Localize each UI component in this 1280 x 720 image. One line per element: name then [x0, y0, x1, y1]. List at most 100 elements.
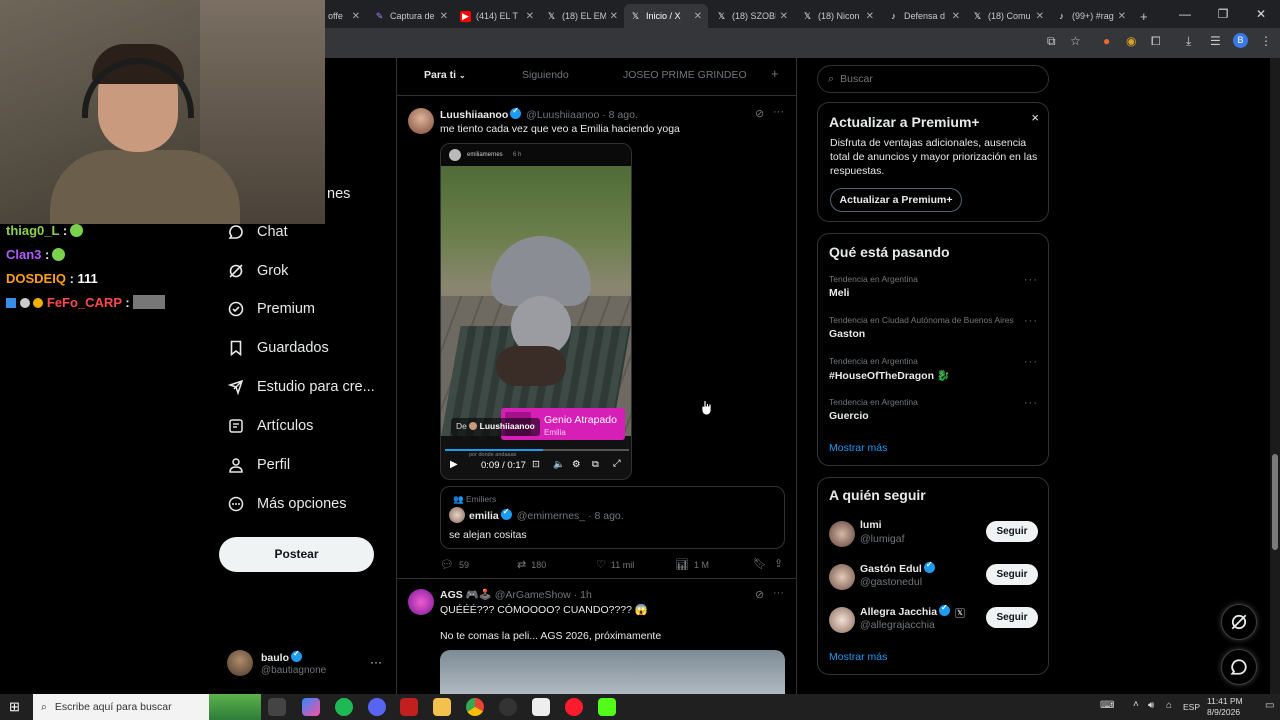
search-box[interactable]: ⌕ [817, 65, 1049, 93]
close-tab-icon[interactable]: ✕ [1118, 11, 1126, 22]
sidebar-item-chat[interactable]: Chat [227, 223, 288, 241]
fullscreen-icon[interactable]: ⤢ [613, 458, 621, 469]
quoted-post[interactable]: 👥 Emiliers emilia @emimernes_ · 8 ago. s… [440, 486, 785, 549]
source-label[interactable]: De Luushiiaanoo [451, 418, 540, 436]
browser-tab[interactable]: 𝕏 (18) Comu ✕ [966, 4, 1050, 28]
browser-tab[interactable]: offe ✕ [322, 4, 366, 28]
post[interactable]: AGS 🎮🕹️ @ArGameShow · 1h ⊘ ··· QUÉÉÉ??? … [397, 580, 796, 694]
post-time[interactable]: · 8 ago. [602, 109, 638, 121]
more-dots-icon[interactable]: ··· [370, 655, 382, 669]
clock-date[interactable]: 8/9/2026 [1207, 707, 1240, 717]
post-author[interactable]: Luushiiaanoo [440, 109, 508, 121]
repost-button[interactable]: ⇄ 180 [517, 558, 546, 571]
extensions-puzzle-icon[interactable]: ⧠ [1151, 34, 1161, 49]
close-tab-icon[interactable]: ✕ [780, 11, 788, 22]
more-dots-icon[interactable]: ··· [773, 587, 784, 599]
browser-tab[interactable]: ▶ (414) EL T ✕ [454, 4, 540, 28]
app-icon[interactable] [532, 698, 550, 716]
like-button[interactable]: ♡ 11 mil [596, 558, 634, 571]
post-button[interactable]: Postear [219, 537, 374, 572]
download-icon[interactable]: ⤓ [1186, 34, 1191, 49]
post[interactable]: Luushiiaanoo @Luushiiaanoo · 8 ago. ⊘ ··… [397, 97, 796, 579]
avatar[interactable] [408, 108, 434, 134]
messages-floating-button[interactable] [1221, 649, 1257, 685]
volume-icon[interactable]: 🔊︎ [1148, 700, 1154, 711]
file-explorer-icon[interactable] [433, 698, 451, 716]
profile-avatar[interactable]: B [1233, 33, 1248, 48]
clock-time[interactable]: 11:41 PM [1207, 696, 1243, 706]
close-tab-icon[interactable]: ✕ [526, 11, 534, 22]
grok-icon[interactable]: ⊘ [755, 107, 764, 120]
captions-icon[interactable]: ⊡ [532, 459, 540, 470]
close-tab-icon[interactable]: ✕ [440, 11, 448, 22]
premium-upgrade-button[interactable]: Actualizar a Premium+ [830, 188, 962, 212]
new-tab-button[interactable]: + [1134, 4, 1154, 28]
show-more-link[interactable]: Mostrar más [829, 442, 887, 454]
more-dots-icon[interactable]: ··· [1024, 274, 1038, 286]
follow-button[interactable]: Seguir [986, 607, 1038, 628]
reading-list-icon[interactable]: ☰ [1210, 34, 1221, 48]
follow-suggestion[interactable]: Gastón Edul @gastonedul Seguir [818, 559, 1048, 597]
opera-icon[interactable] [565, 698, 583, 716]
sidebar-item-articulos[interactable]: Artículos [227, 417, 313, 435]
bookmark-button[interactable]: 🔖︎ [753, 557, 772, 570]
spotify-icon[interactable] [335, 698, 353, 716]
follow-button[interactable]: Seguir [986, 564, 1038, 585]
install-app-icon[interactable]: ⧉ [1047, 34, 1056, 49]
trend-item[interactable]: Tendencia en Argentina Meli ··· [818, 270, 1048, 308]
picture-in-picture-icon[interactable]: ⧉ [592, 459, 599, 470]
browser-tab[interactable]: ♪ Defensa d ✕ [882, 4, 966, 28]
reply-button[interactable]: 💬︎ 59 [440, 558, 469, 571]
follow-button[interactable]: Seguir [986, 521, 1038, 542]
trend-item[interactable]: Tendencia en Ciudad Autónoma de Buenos A… [818, 311, 1048, 349]
keyboard-icon[interactable]: ⌨ [1100, 700, 1114, 711]
close-window-icon[interactable]: ✕ [1242, 0, 1280, 28]
video-progress[interactable] [445, 449, 629, 451]
app-icon[interactable] [400, 698, 418, 716]
grok-icon[interactable]: ⊘ [755, 588, 764, 601]
post-video[interactable]: emiliamernes 6 h Genio Atrapado Emilia D… [440, 143, 632, 480]
search-input[interactable] [840, 73, 1021, 85]
sidebar-item-perfil[interactable]: Perfil [227, 456, 290, 474]
copilot-icon[interactable] [302, 698, 320, 716]
avatar[interactable] [408, 589, 434, 615]
more-dots-icon[interactable]: ··· [773, 106, 784, 118]
sidebar-item-mas-opciones[interactable]: Más opciones [227, 495, 346, 513]
close-tab-icon[interactable]: ✕ [866, 11, 874, 22]
close-tab-icon[interactable]: ✕ [352, 11, 360, 22]
browser-tab[interactable]: 𝕏 (18) Nicon ✕ [796, 4, 880, 28]
browser-tab[interactable]: 𝕏 (18) SZOBI ✕ [710, 4, 794, 28]
extension-icon[interactable]: ◉ [1126, 34, 1136, 48]
chrome-icon[interactable] [466, 698, 484, 716]
grok-floating-button[interactable] [1221, 604, 1257, 640]
close-tab-icon[interactable]: ✕ [1036, 11, 1044, 22]
post-handle[interactable]: @Luushiiaanoo [526, 109, 599, 121]
more-dots-icon[interactable]: ··· [1024, 315, 1038, 327]
tab-para-ti[interactable]: Para ti ⌄ [424, 69, 466, 81]
chevron-up-icon[interactable]: ˄ [1133, 699, 1139, 710]
language-indicator[interactable]: ESP [1183, 702, 1200, 712]
post-time[interactable]: · 1h [574, 589, 592, 601]
more-dots-icon[interactable]: ··· [1024, 356, 1038, 368]
follow-suggestion[interactable]: Allegra Jacchia 𝕏 @allegrajacchia Seguir [818, 602, 1048, 640]
close-tab-icon[interactable]: ✕ [952, 11, 960, 22]
browser-tab-active[interactable]: 𝕏 Inicio / X ✕ [624, 4, 708, 28]
minimize-icon[interactable]: — [1166, 0, 1204, 28]
trend-item[interactable]: Tendencia en Argentina Guercio ··· [818, 393, 1048, 431]
post-image[interactable] [440, 650, 785, 694]
tab-joseo-prime[interactable]: JOSEO PRIME GRINDEO [623, 69, 747, 81]
kick-icon[interactable] [598, 698, 616, 716]
task-view-icon[interactable] [268, 698, 286, 716]
account-switcher[interactable]: baulo @bautiagnone ··· [226, 649, 386, 679]
post-author[interactable]: AGS 🎮🕹️ [440, 589, 492, 601]
menu-dots-icon[interactable]: ⋮ [1260, 34, 1272, 48]
close-tab-icon[interactable]: ✕ [694, 11, 702, 22]
obs-icon[interactable] [499, 698, 517, 716]
close-tab-icon[interactable]: ✕ [610, 11, 618, 22]
browser-tab[interactable]: ♪ (99+) #rag ✕ [1050, 4, 1132, 28]
notification-icon[interactable]: ▭ [1265, 700, 1274, 711]
show-more-link[interactable]: Mostrar más [829, 651, 887, 663]
more-dots-icon[interactable]: ··· [1024, 397, 1038, 409]
sidebar-item-partial[interactable]: nes [327, 186, 350, 202]
post-handle[interactable]: @ArGameShow [495, 589, 571, 601]
